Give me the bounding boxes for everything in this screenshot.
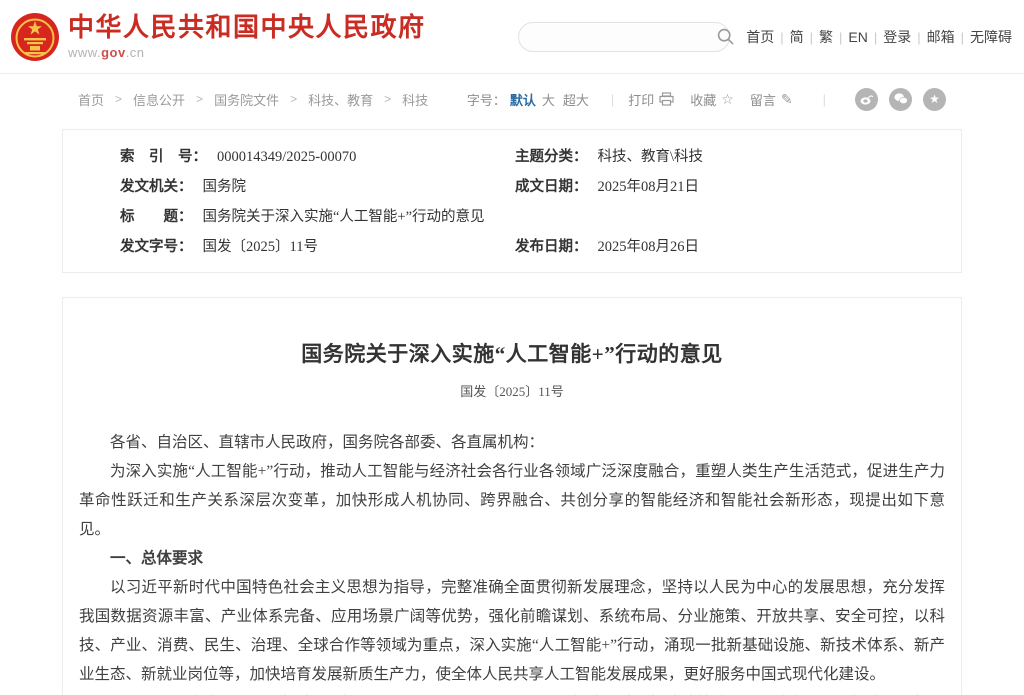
document-body: 各省、自治区、直辖市人民政府，国务院各部委、各直属机构： 为深入实施“人工智能+… [79, 428, 945, 695]
section-heading-overall-requirements: 一、总体要求 [79, 544, 945, 573]
meta-label-title: 标 题： [120, 202, 193, 232]
document-metadata: 索 引 号： 000014349/2025-00070 主题分类： 科技、教育\科技… [62, 129, 962, 273]
favorite-share-icon[interactable]: ★ [923, 88, 946, 111]
breadcrumb-home[interactable]: 首页 [78, 90, 104, 109]
breadcrumb-separator: > [115, 92, 122, 106]
print-button[interactable]: 打印 [628, 90, 674, 109]
favorite-label: 收藏 [690, 90, 716, 109]
nav-english[interactable]: EN [848, 29, 867, 45]
font-size-default[interactable]: 默认 [510, 90, 536, 109]
nav-divider: | [810, 30, 813, 45]
search-box[interactable] [518, 22, 730, 52]
site-header: 中华人民共和国中央人民政府 www.gov.cn 首页 | 简 | 繁 | EN | 登录 | 邮箱… [0, 0, 1024, 74]
breadcrumb-info-disclosure[interactable]: 信息公开 [133, 90, 185, 109]
meta-label-doc-number: 发文字号： [120, 232, 193, 262]
nav-simplified[interactable]: 简 [790, 29, 804, 45]
search-input[interactable] [519, 24, 717, 50]
wechat-share-icon[interactable] [889, 88, 912, 111]
site-url-prefix: www. [68, 45, 101, 60]
document-title: 国务院关于深入实施“人工智能+”行动的意见 [79, 338, 945, 368]
breadcrumb-sci-tech-edu[interactable]: 科技、教育 [308, 90, 373, 109]
paragraph-guiding-ideology: 以习近平新时代中国特色社会主义思想为指导，完整准确全面贯彻新发展理念，坚持以人民… [79, 573, 945, 689]
nav-divider: | [839, 30, 842, 45]
comment-label: 留言 [750, 90, 776, 109]
favorite-button[interactable]: 收藏 ☆ [690, 90, 734, 109]
meta-row: 发文机关： 国务院 成文日期： 2025年08月21日 [63, 172, 961, 202]
print-label: 打印 [628, 90, 654, 109]
meta-value-index-no: 000014349/2025-00070 [217, 142, 356, 172]
paragraph-goals: 到2027年，率先实现人工智能与6大重点领域广泛深度融合，新一代智能终端、智能体… [79, 689, 945, 695]
site-url-gov: gov [101, 45, 126, 60]
breadcrumb-separator: > [290, 92, 297, 106]
meta-label-issuing-agency: 发文机关： [120, 172, 193, 202]
tools-divider: | [611, 92, 614, 107]
toolbar: 首页 > 信息公开 > 国务院文件 > 科技、教育 > 科技 字号： 默认 大 … [0, 74, 1024, 124]
meta-value-signed-date: 2025年08月21日 [598, 172, 700, 202]
nav-accessibility[interactable]: 无障碍 [970, 29, 1012, 45]
share-buttons: ★ [844, 88, 946, 111]
star-icon: ☆ [721, 91, 734, 108]
nav-divider: | [917, 30, 920, 45]
header-nav: 首页 | 简 | 繁 | EN | 登录 | 邮箱 | 无障碍 [746, 27, 1012, 47]
font-size-large[interactable]: 大 [542, 90, 555, 109]
weibo-share-icon[interactable] [855, 88, 878, 111]
meta-label-topic: 主题分类： [515, 142, 588, 172]
printer-icon [659, 92, 674, 106]
nav-divider: | [874, 30, 877, 45]
font-size-xlarge[interactable]: 超大 [563, 90, 589, 109]
nav-divider: | [780, 30, 783, 45]
search-icon[interactable] [717, 28, 734, 45]
site-title: 中华人民共和国中央人民政府 [68, 13, 426, 42]
document-number: 国发〔2025〕11号 [79, 381, 945, 400]
paragraph-salutation: 各省、自治区、直辖市人民政府，国务院各部委、各直属机构： [79, 428, 945, 457]
pencil-icon: ✎ [781, 91, 793, 108]
nav-divider: | [961, 30, 964, 45]
page-tools: 字号： 默认 大 超大 | 打印 收藏 ☆ 留言 ✎ | [467, 88, 946, 111]
nav-home[interactable]: 首页 [746, 29, 774, 45]
site-url-suffix: .cn [126, 45, 145, 60]
meta-value-title: 国务院关于深入实施“人工智能+”行动的意见 [203, 202, 485, 232]
breadcrumb-sci-tech[interactable]: 科技 [402, 90, 428, 109]
national-emblem-logo [10, 12, 60, 62]
breadcrumb-separator: > [196, 92, 203, 106]
meta-row: 发文字号： 国发〔2025〕11号 发布日期： 2025年08月26日 [63, 232, 961, 262]
meta-value-topic: 科技、教育\科技 [598, 142, 704, 172]
comment-button[interactable]: 留言 ✎ [750, 90, 793, 109]
tools-divider: | [823, 92, 826, 107]
meta-value-doc-number: 国发〔2025〕11号 [203, 232, 318, 262]
nav-login[interactable]: 登录 [883, 29, 911, 45]
meta-value-publish-date: 2025年08月26日 [598, 232, 700, 262]
breadcrumb-state-council-docs[interactable]: 国务院文件 [214, 90, 279, 109]
nav-mail[interactable]: 邮箱 [927, 29, 955, 45]
meta-row: 索 引 号： 000014349/2025-00070 主题分类： 科技、教育\科技 [63, 142, 961, 172]
breadcrumb-separator: > [384, 92, 391, 106]
meta-label-index-no: 索 引 号： [120, 142, 207, 172]
site-brand: 中华人民共和国中央人民政府 www.gov.cn [68, 13, 426, 60]
paragraph-intro: 为深入实施“人工智能+”行动，推动人工智能与经济社会各行业各领域广泛深度融合，重… [79, 457, 945, 544]
document-content: 国务院关于深入实施“人工智能+”行动的意见 国发〔2025〕11号 各省、自治区… [62, 297, 962, 695]
nav-traditional[interactable]: 繁 [819, 29, 833, 45]
meta-value-issuing-agency: 国务院 [203, 172, 247, 202]
site-url: www.gov.cn [68, 45, 426, 60]
breadcrumb: 首页 > 信息公开 > 国务院文件 > 科技、教育 > 科技 [78, 90, 428, 109]
meta-label-signed-date: 成文日期： [515, 172, 588, 202]
meta-label-publish-date: 发布日期： [515, 232, 588, 262]
meta-row: 标 题： 国务院关于深入实施“人工智能+”行动的意见 [63, 202, 961, 232]
font-size-label: 字号： [467, 90, 506, 109]
